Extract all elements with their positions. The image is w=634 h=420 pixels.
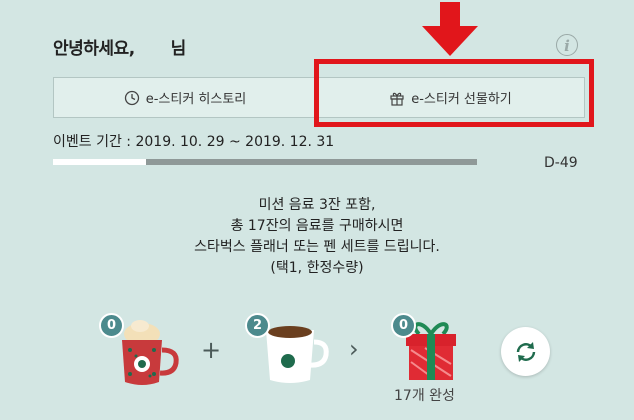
greeting-prefix: 안녕하세요, [53, 39, 135, 59]
clock-icon [124, 90, 139, 105]
white-cup-sticker [260, 318, 332, 388]
mission-line: (택1, 한정수량) [270, 260, 364, 276]
history-label: e-스티커 히스토리 [145, 92, 247, 107]
red-arrow-icon [422, 2, 478, 56]
refresh-icon [516, 341, 535, 362]
mission-line: 스타벅스 플래너 또는 펜 세트를 드립니다. [194, 239, 440, 255]
sticker-count-badge: 0 [99, 313, 124, 338]
progress-bar [53, 159, 477, 165]
completion-label: 17개 완성 [394, 388, 455, 404]
mission-line: 총 17잔의 음료를 구매하시면 [230, 218, 404, 234]
sticker-count-badge: 0 [391, 313, 416, 338]
arrow-sign: › [349, 335, 359, 363]
mission-line: 미션 음료 3잔 포함, [258, 197, 376, 213]
progress-fill [53, 159, 147, 165]
greeting-suffix: 님 [170, 39, 187, 59]
white-cup-icon [266, 326, 329, 383]
greeting: 안녕하세요, 님 [53, 34, 186, 59]
event-period: 이벤트 기간 : 2019. 10. 29 ~ 2019. 12. 31 [53, 134, 335, 150]
highlight-box [314, 59, 594, 127]
history-button[interactable]: e-스티커 히스토리 [53, 77, 317, 118]
info-icon[interactable]: i [556, 34, 578, 56]
mission-description: 미션 음료 3잔 포함, 총 17잔의 음료를 구매하시면 스타벅스 플래너 또… [0, 195, 634, 279]
refresh-button[interactable] [501, 327, 550, 376]
plus-sign: + [201, 336, 222, 364]
dday-label: D-49 [544, 155, 578, 171]
sticker-count-badge: 2 [245, 313, 270, 338]
